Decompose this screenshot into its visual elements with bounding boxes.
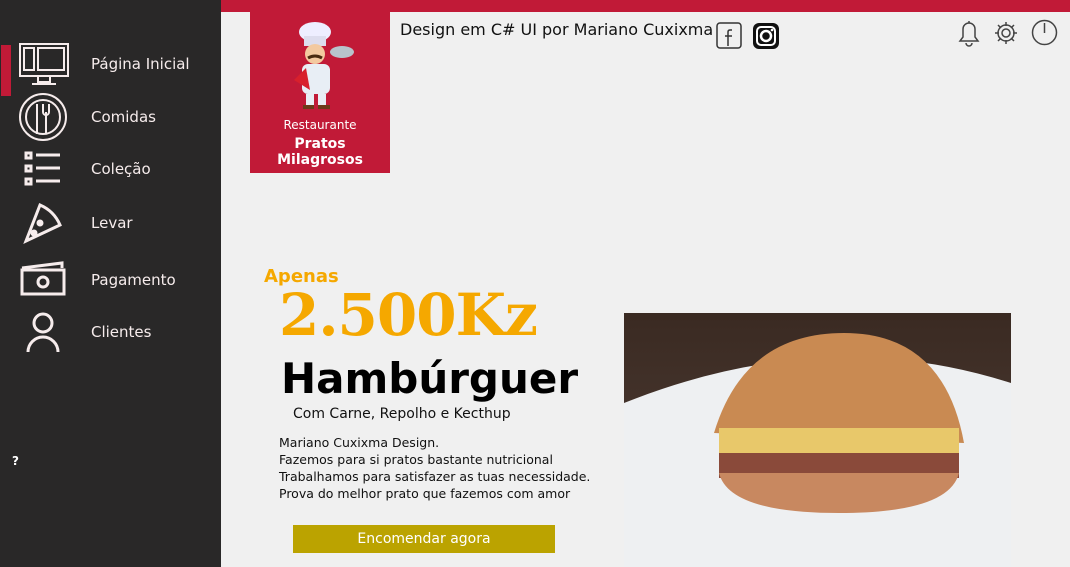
description-line: Trabalhamos para satisfazer as tuas nece… [279, 469, 591, 484]
sidebar-item-label: Clientes [91, 323, 152, 341]
sidebar-item-label: Levar [91, 214, 133, 232]
brand-name: Pratos Milagrosos [277, 136, 363, 168]
sidebar-item-clientes[interactable]: Clientes [0, 306, 221, 358]
sidebar-item-pagamento[interactable]: Pagamento [0, 254, 221, 306]
power-icon[interactable] [1031, 19, 1058, 46]
price: 2.500Kz [279, 281, 538, 349]
active-indicator [1, 45, 11, 96]
product-subtitle: Com Carne, Repolho e Kecthup [293, 406, 511, 422]
sidebar-item-colecao[interactable]: Coleção [0, 143, 221, 195]
help-link[interactable]: ? [12, 454, 19, 468]
design-credit: Design em C# UI por Mariano Cuxixma [400, 20, 714, 39]
instagram-icon[interactable] [752, 22, 780, 50]
sidebar-item-levar[interactable]: Levar [0, 197, 221, 249]
pizza-icon [23, 203, 62, 244]
bell-icon[interactable] [956, 19, 982, 47]
description-line: Mariano Cuxixma Design. [279, 435, 440, 450]
sidebar-item-label: Comidas [91, 108, 156, 126]
money-icon [20, 261, 66, 296]
product-title: Hambúrguer [281, 354, 579, 403]
list-icon [24, 151, 60, 186]
sidebar-item-label: Pagamento [91, 271, 176, 289]
brand-subtitle: Restaurante [283, 118, 357, 132]
order-now-button[interactable]: Encomendar agora [293, 525, 555, 553]
brand-logo: Restaurante Pratos Milagrosos [250, 12, 390, 173]
sidebar: Página Inicial Comidas Coleção Levar Pag… [0, 0, 221, 567]
facebook-icon[interactable] [716, 22, 742, 49]
plate-cutlery-icon [19, 93, 67, 141]
monitor-icon [19, 43, 69, 85]
gear-icon[interactable] [993, 20, 1019, 46]
sidebar-item-home[interactable]: Página Inicial [0, 38, 221, 96]
top-bar [221, 0, 1070, 12]
chef-icon [294, 22, 354, 109]
sidebar-item-comidas[interactable]: Comidas [0, 91, 221, 143]
burger-photo [624, 313, 1011, 567]
description-line: Fazemos para si pratos bastante nutricio… [279, 452, 553, 467]
sidebar-item-label: Coleção [91, 160, 151, 178]
sidebar-item-label: Página Inicial [91, 55, 190, 73]
user-icon [26, 312, 60, 353]
description-line: Prova do melhor prato que fazemos com am… [279, 486, 571, 501]
product-description: Mariano Cuxixma Design. Fazemos para si … [279, 434, 590, 502]
